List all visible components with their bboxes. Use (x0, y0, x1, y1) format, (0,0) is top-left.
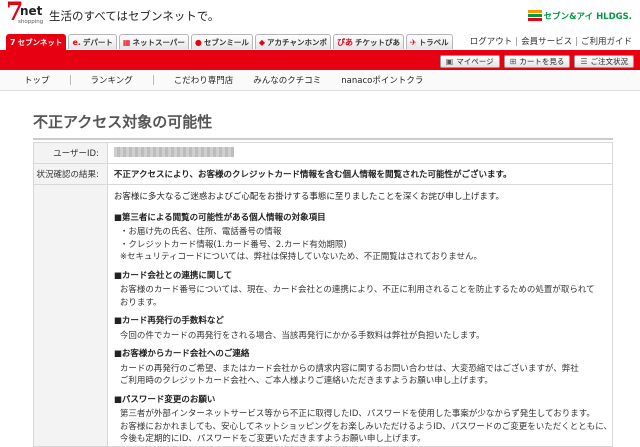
section-line: カードの再発行のご希望、またはカード会社からの請求内容に関するお問い合わせは、大… (119, 363, 579, 374)
section-title: ■パスワード変更のお願い (113, 394, 216, 405)
apology-text: お客様に多大なるご迷惑およびご心配をお掛けする事態に至りましたことを深くお詫び申… (113, 192, 505, 202)
member-service-link[interactable]: 会員サービス (521, 37, 572, 47)
section-exposed-items: ■第三者による閲覧の可能性がある個人情報の対象項目 ・お届け先の氏名、住所、電話… (114, 212, 612, 264)
section-body: お客様のカード番号については、現在、カード会社との連携により、不正に利用されるこ… (114, 284, 612, 309)
section-line: お客様におかれましても、安心してネットショッピングをお楽しみいただけるようID、… (119, 421, 612, 432)
section-line: 第三者が外部インターネットサービス等から不正に取得したID、パスワードを使用した… (119, 409, 595, 419)
order-status-button[interactable]: ☰ ご注文状況 (574, 55, 634, 68)
separator (152, 75, 154, 85)
mypage-icon: ▣ (445, 57, 454, 66)
guide-link[interactable]: ご利用ガイド (581, 37, 632, 47)
section-card-company: ■カード会社との連携に関して お客様のカード番号については、現在、カード会社との… (114, 270, 612, 310)
status-row: 状況確認の結果: 不正アクセスにより、お客様のクレジットカード情報を含む個人情報… (33, 163, 614, 185)
section-line: 今後も定期的にID、パスワードをご変更いただきますようお願い申し上げます。 (119, 434, 426, 444)
section-line: ご利用時のクレジットカード会社へ、ご本人様よりご連絡いただきますようお願い申し上… (119, 376, 493, 386)
section-line: 今回の件でカードの再発行をされる場合、当該再発行にかかる手数料は弊社が負担いたし… (119, 330, 485, 341)
tab-travel[interactable]: ✈ トラベル (405, 34, 453, 49)
user-id-label: ユーザーID: (33, 142, 108, 164)
list-icon: ☰ (580, 57, 588, 66)
holdings-text: セブン&アイ HLDGS. (543, 12, 632, 22)
cart-icon: ⊞ (509, 57, 517, 66)
section-body: ・お届け先の氏名、住所、電話番号の情報 ・クレジットカード情報(1.カード番号、… (114, 226, 612, 264)
button-label: ご注文状況 (590, 57, 629, 66)
site-header: 7 net shopping 生活のすべてはセブンネットで。 セブン&アイ HL… (0, 0, 640, 32)
button-label: マイページ (456, 57, 494, 66)
mypage-button[interactable]: ▣ マイページ (439, 55, 500, 68)
section-body: 今回の件でカードの再発行をされる場合、当該再発行にかかる手数料は弊社が負担いたし… (114, 330, 612, 343)
tab-label: セブンネット (17, 38, 63, 47)
section-title: ■第三者による閲覧の可能性がある個人情報の対象項目 (113, 212, 326, 223)
holdings-logo[interactable]: セブン&アイ HLDGS. (527, 8, 632, 24)
status-value: 不正アクセスにより、お客様のクレジットカード情報を含む個人情報を閲覧された可能性… (106, 163, 614, 185)
utility-links: ログアウト | 会員サービス | ご利用ガイド (470, 35, 632, 47)
e-depart-icon: e. (72, 37, 81, 47)
button-label: カートを見る (519, 57, 565, 66)
tab-label: セブンミール (203, 37, 249, 47)
nav-nanaco-points[interactable]: nanacoポイントクラ (341, 74, 423, 86)
nav-reviews[interactable]: みんなのクチコミ (253, 74, 321, 86)
account-bar: ▣ マイページ ⊞ カートを見る ☰ ご注文状況 (0, 53, 640, 70)
section-body: カードの再発行のご希望、またはカード会社からの請求内容に関するお問い合わせは、大… (114, 363, 612, 388)
tab-net-super[interactable]: ▦ ネットスーパー (118, 34, 189, 49)
nav-ranking[interactable]: ランキング (91, 74, 133, 86)
tab-label: デパート (82, 37, 113, 47)
page-title: 不正アクセス対象の可能性 (33, 111, 613, 140)
separator (69, 75, 71, 85)
akachan-honpo-icon: ◆ (258, 37, 266, 47)
account-buttons: ▣ マイページ ⊞ カートを見る ☰ ご注文状況 (436, 55, 634, 68)
status-label: 状況確認の結果: (33, 163, 108, 185)
details-cell: お客様に多大なるご迷惑およびご心配をお掛けする事態に至りましたことを深くお詫び申… (106, 184, 614, 447)
service-tabs: 7 セブンネット e. デパート ▦ ネットスーパー ● セブンミール ◆ アカ… (6, 34, 455, 50)
tab-label: ネットスーパー (132, 37, 185, 47)
section-line: ・クレジットカード情報(1.カード番号、2.カード有効期限) (119, 239, 347, 250)
view-cart-button[interactable]: ⊞ カートを見る (503, 55, 571, 68)
7net-logo[interactable]: 7 net shopping (6, 0, 46, 30)
nav-specialty-shops[interactable]: こだわり専門店 (174, 74, 234, 86)
net-super-icon: ▦ (122, 37, 131, 47)
details-row: お客様に多大なるご迷惑およびご心配をお掛けする事態に至りましたことを深くお詫び申… (33, 184, 614, 447)
tagline: 生活のすべてはセブンネットで。 (49, 9, 220, 23)
tab-depart[interactable]: e. デパート (68, 34, 117, 49)
section-line: ※セキュリティコードについては、弊社は保持していないため、不正閲覧はされておりま… (119, 252, 483, 262)
user-id-row: ユーザーID: (33, 142, 614, 164)
tab-label: チケットぴあ (354, 37, 400, 47)
details-label-cell (33, 184, 108, 447)
tab-label: アカチャンホンポ (267, 37, 327, 47)
logo-shopping: shopping (18, 19, 44, 25)
nav-top[interactable]: トップ (24, 74, 50, 86)
logout-link[interactable]: ログアウト (470, 37, 513, 47)
section-title: ■お客様からカード会社へのご連絡 (113, 349, 250, 359)
section-contact-card-company: ■お客様からカード会社へのご連絡 カードの再発行のご希望、またはカード会社からの… (114, 348, 612, 388)
ticket-pia-icon: ぴあ (336, 37, 353, 47)
section-title: ■カード再発行の手数料など (113, 316, 224, 326)
account-status-table: ユーザーID: 状況確認の結果: 不正アクセスにより、お客様のクレジットカード情… (33, 142, 614, 447)
tab-seven-meal[interactable]: ● セブンミール (190, 34, 253, 49)
section-reissue-fee: ■カード再発行の手数料など 今回の件でカードの再発行をされる場合、当該再発行にか… (114, 315, 612, 342)
user-id-value (106, 142, 614, 164)
logo-net: net (20, 4, 43, 18)
airplane-icon: ✈ (409, 37, 417, 47)
redacted-user-id (113, 147, 234, 157)
seven-meal-icon: ● (194, 37, 202, 47)
tab-label: トラベル (418, 37, 449, 47)
service-tabs-row: 7 セブンネット e. デパート ▦ ネットスーパー ● セブンミール ◆ アカ… (0, 32, 640, 53)
tab-ticket-pia[interactable]: ぴあ チケットぴあ (332, 34, 404, 49)
section-password-change: ■パスワード変更のお願い 第三者が外部インターネットサービス等から不正に取得した… (114, 394, 612, 446)
section-title: ■カード会社との連携に関して (113, 270, 233, 281)
section-body: 第三者が外部インターネットサービス等から不正に取得したID、パスワードを使用した… (114, 408, 612, 446)
category-nav: トップ ランキング こだわり専門店 みんなのクチコミ nanacoポイントクラ (0, 70, 640, 91)
separator: | (515, 37, 519, 47)
section-line: お客様のカード番号については、現在、カード会社との連携により、不正に利用されるこ… (119, 285, 595, 295)
separator: | (575, 37, 578, 47)
holdings-mark-icon (527, 8, 542, 24)
tab-seven-net[interactable]: 7 セブンネット (6, 34, 67, 50)
tab-akachan-honpo[interactable]: ◆ アカチャンホンポ (254, 34, 331, 49)
section-line: ・お届け先の氏名、住所、電話番号の情報 (119, 227, 282, 237)
seven-net-icon: 7 (10, 38, 16, 47)
section-line: おります。 (119, 297, 162, 308)
